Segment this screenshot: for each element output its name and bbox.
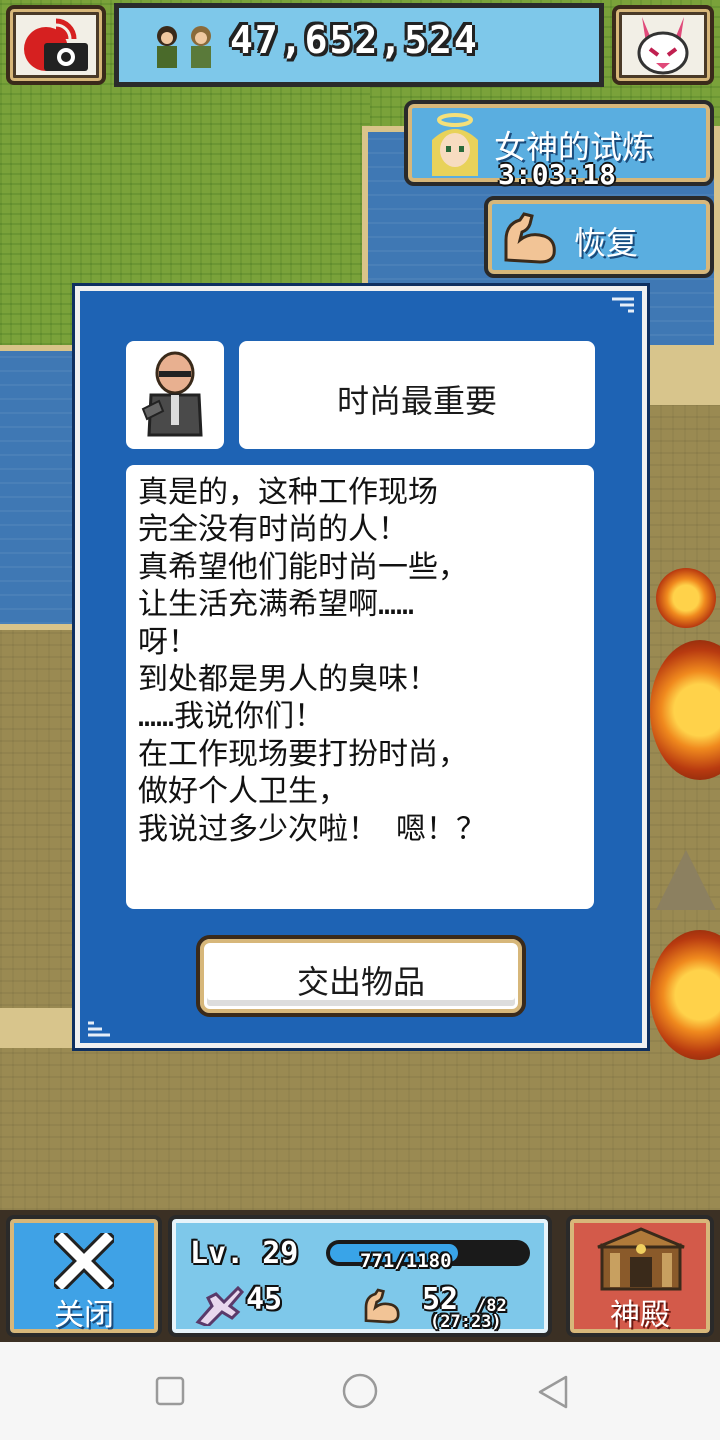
muscle-arm-icon bbox=[504, 212, 556, 264]
lava-pool bbox=[650, 640, 720, 780]
goddess-trial-timer: 3:03:18 bbox=[498, 158, 617, 191]
npc-name: 时尚最重要 bbox=[336, 382, 497, 420]
sand-strip-right bbox=[648, 345, 720, 405]
recover-label: 恢复 bbox=[574, 224, 639, 262]
fame-counter: 47,652,524 bbox=[230, 18, 479, 62]
bunny-mascot-icon bbox=[637, 17, 689, 75]
temple-label: 神殿 bbox=[610, 1298, 670, 1333]
lake-left bbox=[0, 345, 84, 630]
corner-ornament bbox=[88, 1021, 110, 1037]
mascot-button[interactable] bbox=[612, 5, 714, 85]
crowd-icon bbox=[157, 26, 211, 68]
lava-pool bbox=[650, 930, 720, 1060]
close-label: 关闭 bbox=[54, 1298, 114, 1333]
npc-portrait bbox=[126, 341, 224, 449]
player-level: Lv. 29 bbox=[190, 1236, 299, 1271]
rock-mound bbox=[656, 850, 716, 910]
corner-ornament bbox=[612, 297, 634, 313]
camera-icon bbox=[24, 18, 88, 71]
xp-text: 771/1180 bbox=[360, 1250, 452, 1272]
goddess-portrait-icon bbox=[432, 113, 478, 176]
close-icon bbox=[54, 1233, 114, 1289]
stamina-arm-icon bbox=[364, 1288, 400, 1324]
back-icon[interactable] bbox=[536, 1374, 570, 1410]
bald-worker-portrait-icon bbox=[141, 351, 203, 437]
system-nav-bar bbox=[0, 1342, 720, 1440]
npc-message: 真是的，这种工作现场 完全没有时尚的人！ 真希望他们能时尚一些， 让生活充满希望… bbox=[138, 475, 487, 847]
submit-item-label: 交出物品 bbox=[296, 963, 425, 1001]
camera-button[interactable] bbox=[6, 5, 106, 85]
home-icon[interactable] bbox=[341, 1372, 379, 1410]
lava-pool bbox=[656, 568, 716, 628]
attack-hand-icon bbox=[195, 1285, 244, 1326]
attack-value: 45 bbox=[246, 1282, 283, 1317]
stamina-regen-timer: (27:23) bbox=[430, 1312, 502, 1332]
sand-strip bbox=[0, 1008, 80, 1048]
temple-icon bbox=[597, 1227, 685, 1291]
recent-apps-icon[interactable] bbox=[154, 1375, 186, 1407]
